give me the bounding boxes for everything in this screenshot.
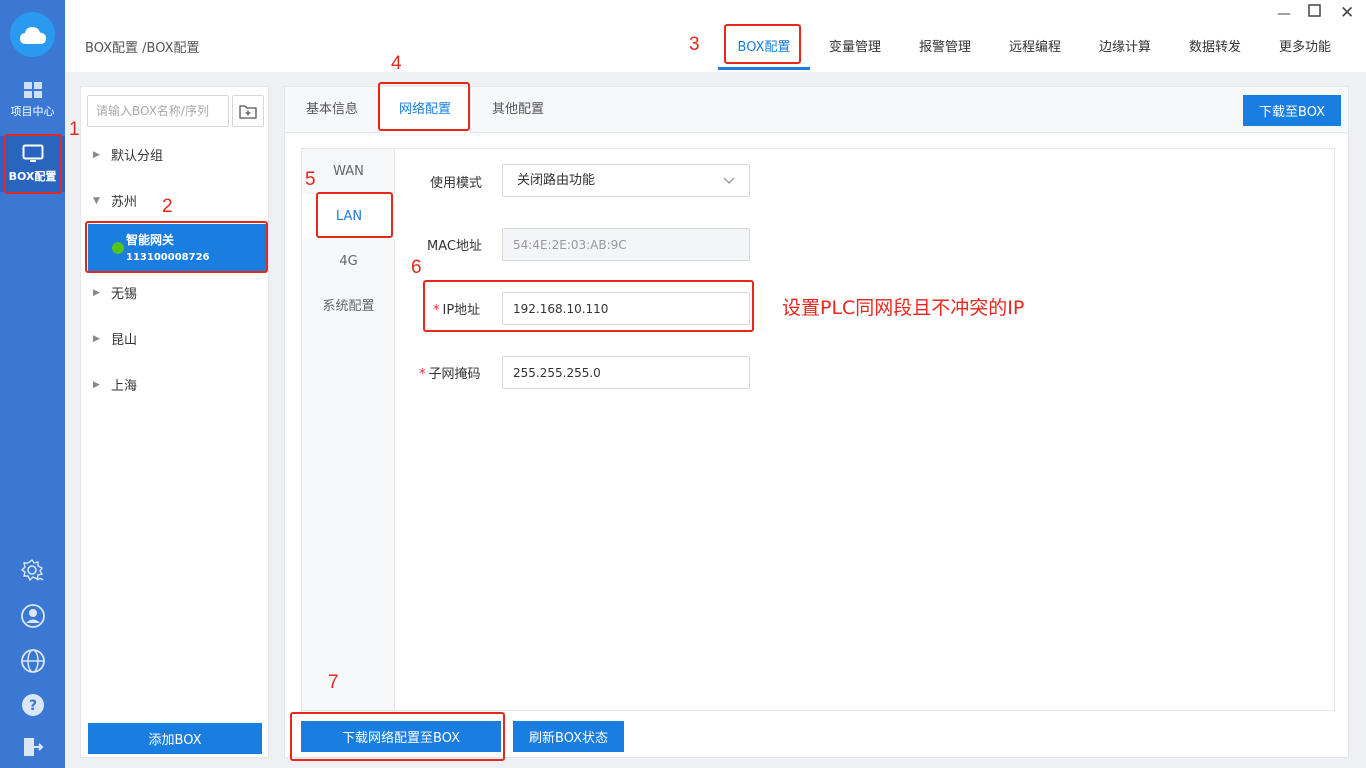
search-input[interactable]: [87, 95, 229, 127]
help-icon[interactable]: ?: [0, 692, 65, 718]
folder-add-icon: [239, 105, 257, 119]
cloud-logo-icon: [10, 12, 55, 57]
tab-variable-management[interactable]: 变量管理: [810, 28, 900, 70]
minimize-icon[interactable]: —: [1277, 6, 1291, 22]
ip-instruction-note: 设置PLC同网段且不冲突的IP: [782, 297, 1025, 319]
download-to-box-button[interactable]: 下载至BOX: [1243, 95, 1341, 126]
caret-right-icon: ▶: [93, 149, 100, 160]
left-rail: 项目中心 BOX配置 ?: [0, 0, 65, 768]
tree-group-wuxi[interactable]: ▶ 无锡: [93, 283, 137, 302]
chevron-down-icon: [723, 165, 735, 208]
annotation-box-6: [423, 280, 754, 332]
tab-other-config[interactable]: 其他配置: [472, 87, 564, 133]
annotation-box-5: [316, 192, 393, 238]
top-nav-tabs: BOX配置 变量管理 报警管理 远程编程 边缘计算 数据转发 更多功能: [718, 28, 1350, 70]
caret-right-icon: ▶: [93, 333, 100, 344]
annotation-number-5: 5: [305, 169, 316, 190]
side-tab-wan[interactable]: WAN: [302, 149, 395, 194]
caret-down-icon: ▼: [93, 195, 100, 206]
annotation-box-3: [724, 24, 801, 64]
tab-basic-info[interactable]: 基本信息: [285, 87, 379, 133]
caret-right-icon: ▶: [93, 379, 100, 390]
tree-group-shanghai[interactable]: ▶ 上海: [93, 375, 137, 394]
add-box-button[interactable]: 添加BOX: [88, 723, 262, 754]
annotation-box-7: [290, 712, 505, 761]
caret-right-icon: ▶: [93, 287, 100, 298]
annotation-box-4: [378, 82, 470, 131]
breadcrumb: BOX配置 /BOX配置: [85, 41, 200, 56]
tab-alarm-management[interactable]: 报警管理: [900, 28, 990, 70]
grid-icon: [23, 82, 42, 98]
mode-select[interactable]: 关闭路由功能: [502, 164, 750, 197]
device-panel: ▶ 默认分组 ▼ 苏州 智能网关 113100008726 ▶ 无锡 ▶ 昆山 …: [80, 86, 269, 758]
maximize-icon[interactable]: [1308, 4, 1321, 21]
rail-item-project-center[interactable]: 项目中心: [0, 72, 65, 128]
subnet-mask-label: * 子网掩码: [419, 367, 481, 382]
tab-data-forwarding[interactable]: 数据转发: [1170, 28, 1260, 70]
tab-remote-programming[interactable]: 远程编程: [990, 28, 1080, 70]
annotation-number-7: 7: [328, 672, 339, 693]
mode-value: 关闭路由功能: [517, 173, 596, 188]
tree-group-default[interactable]: ▶ 默认分组: [93, 145, 163, 164]
annotation-number-3: 3: [689, 34, 700, 55]
svg-text:?: ?: [28, 698, 36, 714]
logout-icon[interactable]: [0, 735, 65, 759]
tree-group-suzhou[interactable]: ▼ 苏州: [93, 191, 137, 210]
subnet-mask-field[interactable]: [502, 356, 750, 389]
tab-more-functions[interactable]: 更多功能: [1260, 28, 1350, 70]
globe-icon[interactable]: [0, 648, 65, 674]
tree-group-kunshan[interactable]: ▶ 昆山: [93, 329, 137, 348]
side-tab-4g[interactable]: 4G: [302, 239, 395, 284]
side-tab-system-config[interactable]: 系统配置: [302, 284, 395, 329]
close-icon[interactable]: ✕: [1340, 3, 1354, 23]
annotation-number-4: 4: [391, 53, 402, 74]
user-icon[interactable]: [0, 603, 65, 629]
annotation-number-1: 1: [69, 119, 80, 140]
annotation-box-2: [85, 221, 268, 273]
annotation-box-1: [4, 134, 62, 194]
settings-icon[interactable]: [0, 558, 65, 584]
refresh-box-status-button[interactable]: 刷新BOX状态: [513, 721, 624, 752]
top-bar: BOX配置 /BOX配置 — ✕ BOX配置 变量管理 报警管理 远程编程 边缘…: [65, 0, 1366, 72]
main-panel: 基本信息 网络配置 其他配置 下载至BOX WAN LAN 4G 系统配置 使用…: [284, 86, 1349, 758]
rail-item-label: 项目中心: [10, 105, 55, 118]
network-config-area: WAN LAN 4G 系统配置 使用模式 关闭路由功能 MAC地址 *IP地址 …: [301, 148, 1335, 711]
mode-label: 使用模式: [430, 176, 483, 191]
tab-edge-computing[interactable]: 边缘计算: [1080, 28, 1170, 70]
mac-field: [502, 228, 750, 261]
annotation-number-6: 6: [411, 257, 422, 278]
mac-label: MAC地址: [427, 239, 482, 254]
annotation-number-2: 2: [162, 196, 173, 217]
add-group-button[interactable]: [232, 95, 264, 127]
